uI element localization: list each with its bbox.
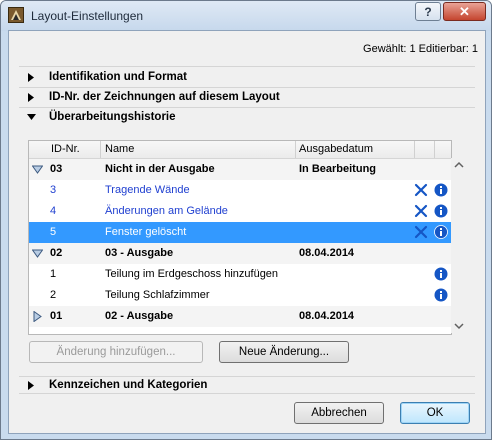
- info-icon[interactable]: [434, 267, 448, 281]
- section-tags-categories[interactable]: Kennzeichen und Kategorien: [25, 377, 207, 393]
- divider: [19, 107, 475, 108]
- info-icon[interactable]: [434, 204, 448, 218]
- info-icon[interactable]: [434, 225, 448, 239]
- scroll-up-icon[interactable]: [454, 161, 464, 169]
- expanded-arrow-icon[interactable]: [32, 164, 43, 175]
- section-identification[interactable]: Identifikation und Format: [25, 69, 187, 85]
- table-row-group[interactable]: 02 03 - Ausgabe 08.04.2014: [29, 243, 451, 264]
- divider: [19, 393, 475, 394]
- info-icon[interactable]: [434, 183, 448, 197]
- table-row[interactable]: 4 Änderungen am Gelände: [29, 201, 451, 222]
- column-header-id[interactable]: ID-Nr.: [51, 143, 80, 155]
- table-header: ID-Nr. Name Ausgabedatum: [29, 141, 451, 159]
- expand-arrow-icon: [25, 71, 37, 83]
- expand-arrow-icon: [25, 379, 37, 391]
- window-title: Layout-Einstellungen: [31, 9, 144, 23]
- table-row-group[interactable]: 01 02 - Ausgabe 08.04.2014: [29, 306, 451, 327]
- delete-icon[interactable]: [414, 204, 428, 218]
- divider: [19, 87, 475, 88]
- column-header-date[interactable]: Ausgabedatum: [299, 143, 373, 155]
- delete-icon[interactable]: [414, 183, 428, 197]
- table-row[interactable]: 1 Teilung im Erdgeschoss hinzufügen: [29, 264, 451, 285]
- dialog-window: Layout-Einstellungen ? ✕ Gewählt: 1 Edit…: [0, 0, 492, 440]
- table-row[interactable]: 3 Tragende Wände: [29, 180, 451, 201]
- column-header-name[interactable]: Name: [105, 143, 134, 155]
- table-row[interactable]: 2 Teilung Schlafzimmer: [29, 285, 451, 306]
- collapsed-arrow-icon[interactable]: [32, 311, 43, 322]
- help-button[interactable]: ?: [415, 2, 441, 21]
- info-icon[interactable]: [434, 288, 448, 302]
- cancel-button[interactable]: Abbrechen: [294, 402, 384, 424]
- close-button[interactable]: ✕: [443, 2, 486, 21]
- dialog-body: Gewählt: 1 Editierbar: 1 Identifikation …: [8, 30, 486, 434]
- title-bar[interactable]: Layout-Einstellungen ? ✕: [1, 1, 491, 31]
- collapse-arrow-icon: [25, 111, 37, 123]
- app-icon: [8, 7, 24, 23]
- section-drawing-ids[interactable]: ID-Nr. der Zeichnungen auf diesem Layout: [25, 89, 280, 105]
- delete-icon[interactable]: [414, 225, 428, 239]
- scroll-down-icon[interactable]: [454, 322, 464, 330]
- ok-button[interactable]: OK: [400, 402, 470, 424]
- close-icon: ✕: [459, 3, 470, 19]
- divider: [19, 66, 475, 67]
- selection-info: Gewählt: 1 Editierbar: 1: [363, 43, 478, 55]
- section-revision-history[interactable]: Überarbeitungshistorie: [25, 109, 176, 125]
- expanded-arrow-icon[interactable]: [32, 248, 43, 259]
- add-change-button[interactable]: Änderung hinzufügen...: [29, 341, 203, 363]
- vertical-scrollbar[interactable]: [451, 158, 468, 333]
- new-change-button[interactable]: Neue Änderung...: [219, 341, 349, 363]
- revision-table[interactable]: ID-Nr. Name Ausgabedatum 03 Nicht in der…: [28, 140, 452, 335]
- table-row-group[interactable]: 03 Nicht in der Ausgabe In Bearbeitung: [29, 159, 451, 180]
- expand-arrow-icon: [25, 91, 37, 103]
- table-row-selected[interactable]: 5 Fenster gelöscht: [29, 222, 451, 243]
